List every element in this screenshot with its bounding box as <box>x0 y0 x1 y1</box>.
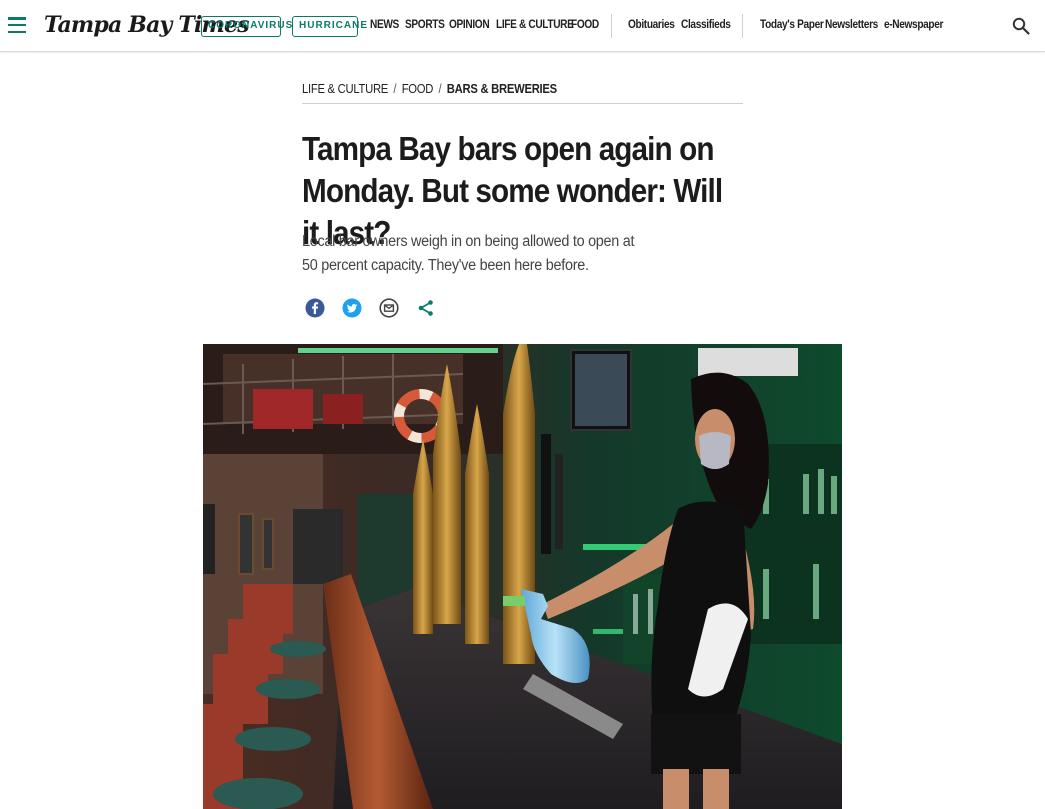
search-icon[interactable] <box>1012 17 1030 35</box>
nav-item-news[interactable]: NEWS <box>370 19 399 31</box>
nav-pill-coronavirus[interactable]: CORONAVIRUS <box>201 16 292 37</box>
article-dek: Local bar owners weigh in on being allow… <box>302 233 635 274</box>
nav-item-food[interactable]: FOOD <box>571 19 599 31</box>
breadcrumb-bars-breweries[interactable]: BARS & BREWERIES <box>447 82 557 96</box>
nav-item-opinion[interactable]: OPINION <box>449 19 490 31</box>
nav-divider <box>611 14 612 38</box>
email-icon[interactable] <box>379 298 399 318</box>
article-lead-photo <box>203 344 842 809</box>
nav-divider <box>742 14 743 38</box>
breadcrumb-separator: / <box>393 82 397 96</box>
nav-pill-hurricane[interactable]: HURRICANE <box>292 16 367 37</box>
nav-item-sports[interactable]: SPORTS <box>405 19 445 31</box>
nav-item-newsletters[interactable]: Newsletters <box>825 19 878 31</box>
breadcrumb-separator: / <box>438 82 442 96</box>
share-icon[interactable] <box>416 298 436 318</box>
nav-item-life-culture[interactable]: LIFE & CULTURE <box>496 19 574 31</box>
facebook-icon[interactable] <box>305 298 325 318</box>
nav-item-classifieds[interactable]: Classifieds <box>681 19 731 31</box>
nav-item-obituaries[interactable]: Obituaries <box>628 19 675 31</box>
nav-item-todays-paper[interactable]: Today's Paper <box>760 19 824 31</box>
twitter-icon[interactable] <box>342 298 362 318</box>
top-navigation-bar: Tampa Bay Times CORONAVIRUS HURRICANE NE… <box>0 0 1045 52</box>
bar-interior-illustration <box>203 344 842 809</box>
breadcrumb: LIFE & CULTURE / FOOD / BARS & BREWERIES <box>302 82 743 104</box>
breadcrumb-life-culture[interactable]: LIFE & CULTURE <box>302 82 388 96</box>
nav-item-e-newspaper[interactable]: e-Newspaper <box>884 19 943 31</box>
hamburger-menu-icon[interactable] <box>8 17 26 33</box>
breadcrumb-food[interactable]: FOOD <box>402 82 434 96</box>
